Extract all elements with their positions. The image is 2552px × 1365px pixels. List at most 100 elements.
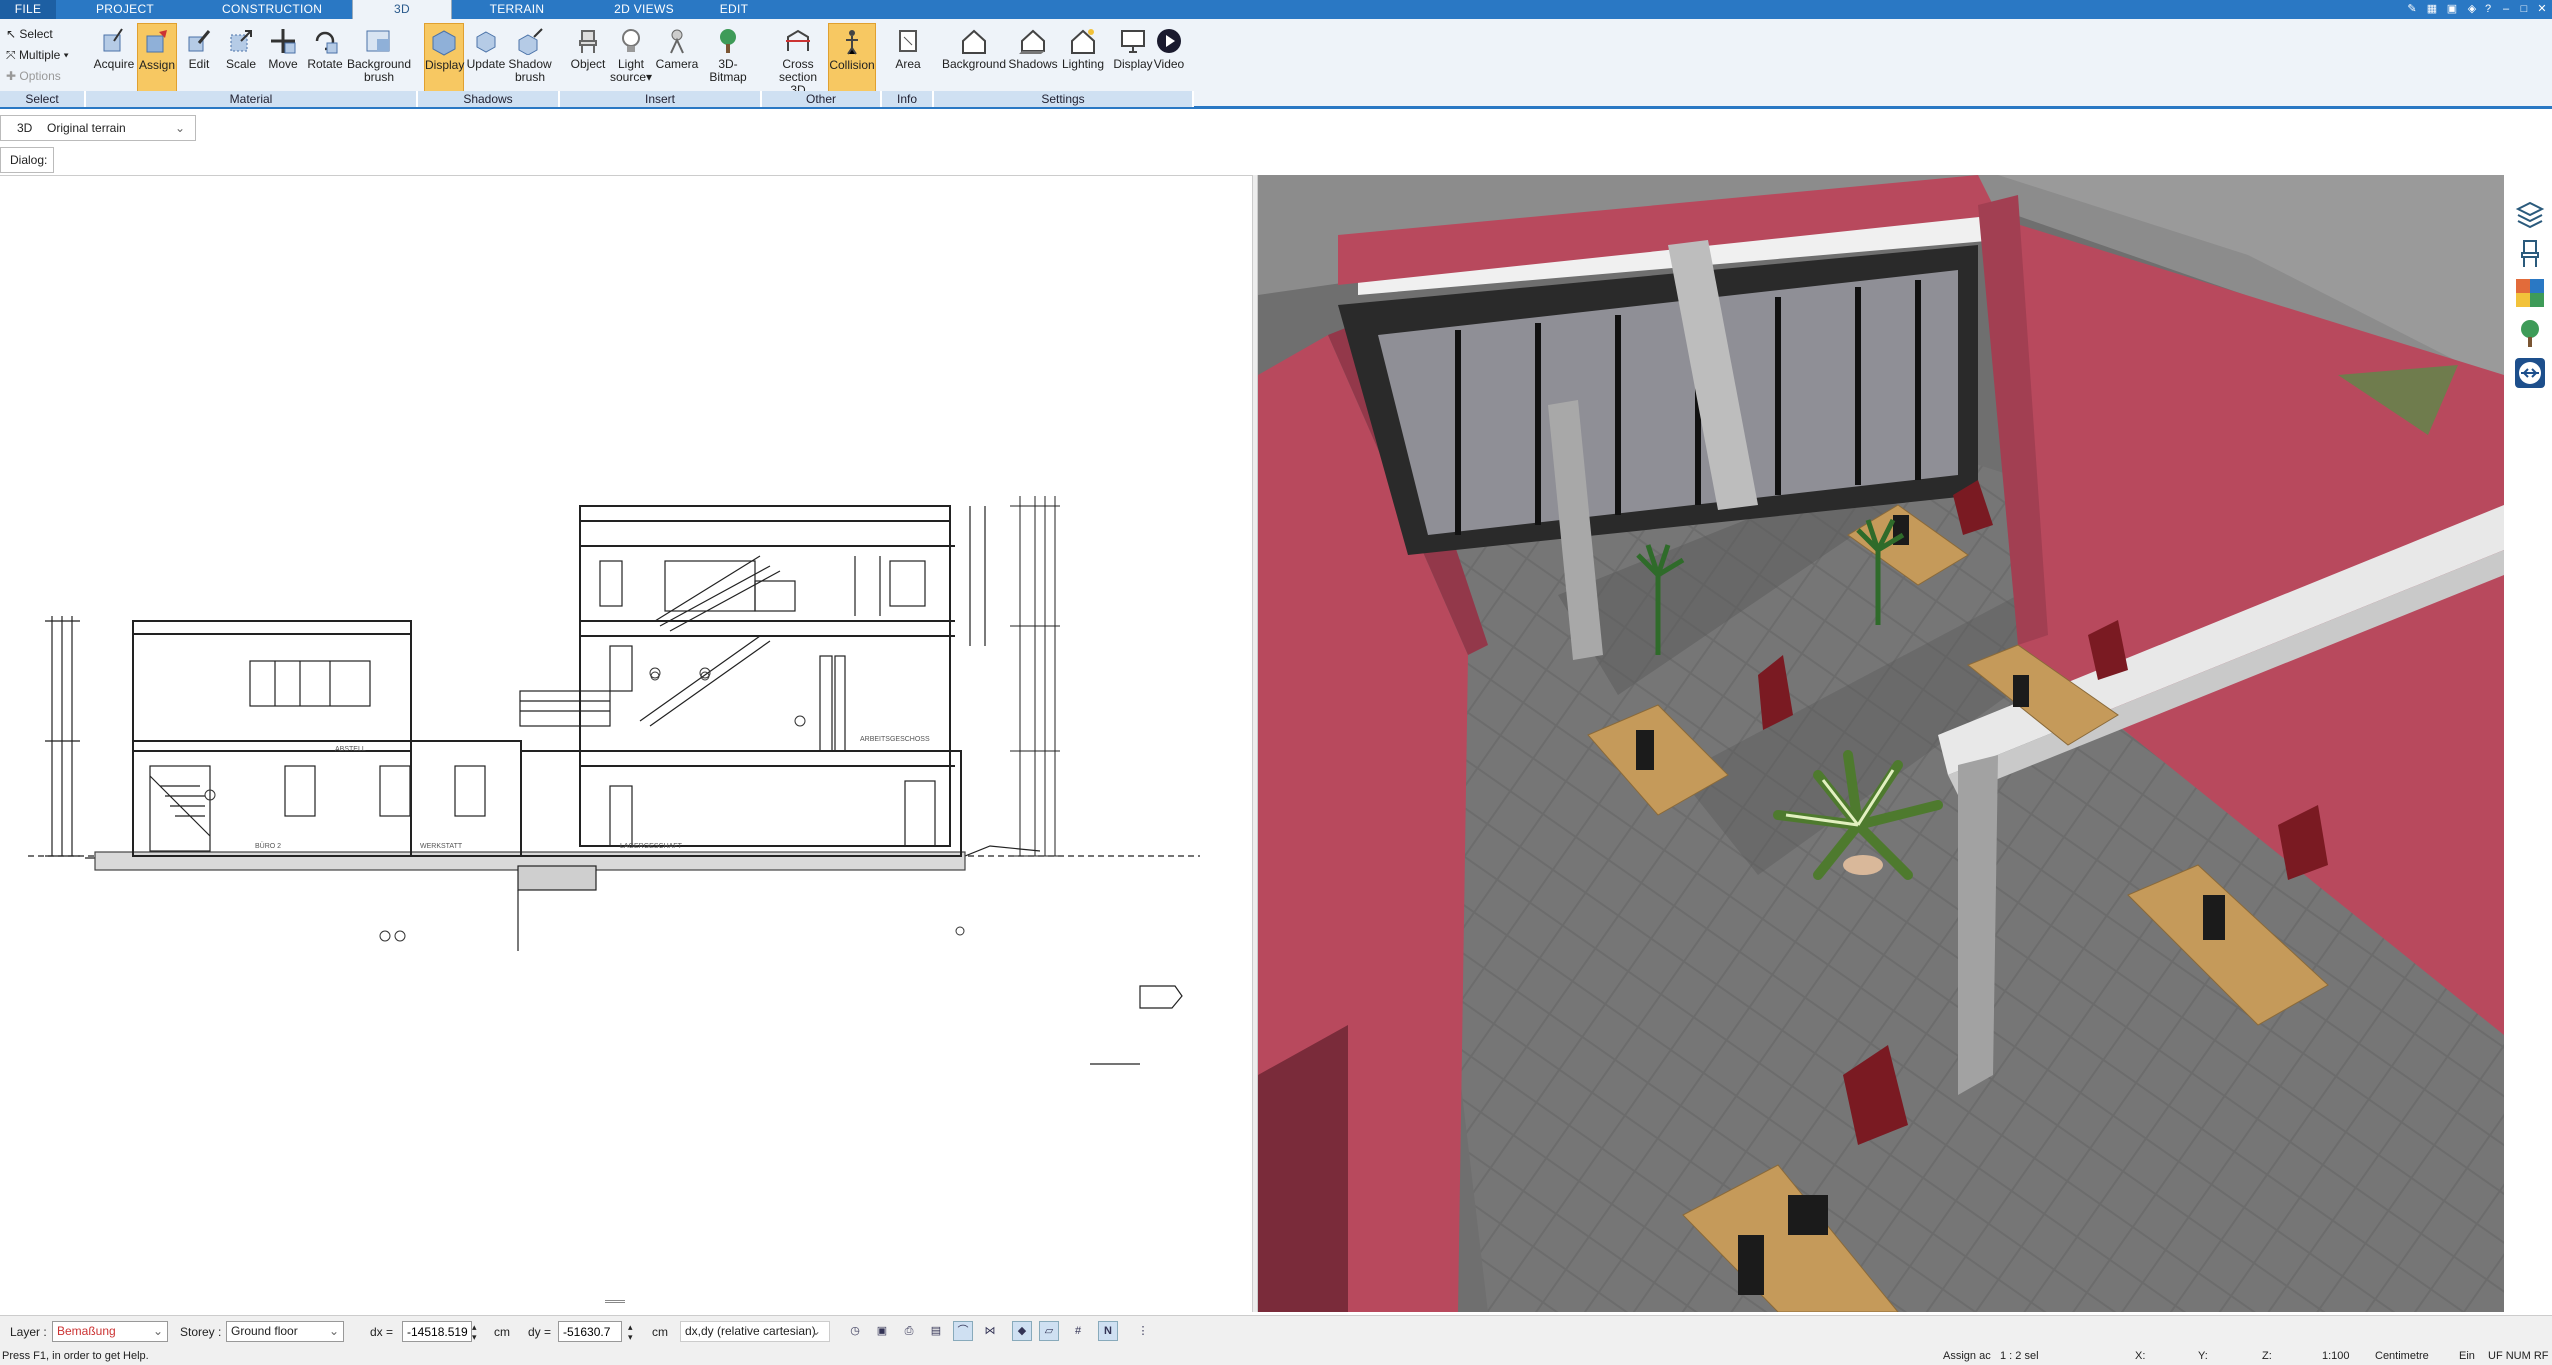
move-button[interactable]: Move <box>264 23 302 95</box>
background-brush-button[interactable]: Background brush <box>346 23 412 95</box>
minimize-icon[interactable]: – <box>2498 2 2514 17</box>
move-label: Move <box>268 57 298 71</box>
update-shadows-button[interactable]: Update <box>466 23 506 95</box>
layer-dropdown[interactable]: Bemaßung ⌄ <box>52 1321 168 1342</box>
camera-button[interactable]: Camera <box>654 23 700 95</box>
video-button[interactable]: Video <box>1148 23 1190 95</box>
tab-file[interactable]: FILE <box>0 0 56 19</box>
cross-section-3d-button[interactable]: Cross section 3D <box>772 23 824 97</box>
layers-icon[interactable] <box>2514 197 2546 229</box>
restore-icon[interactable]: ▣ <box>2444 2 2460 17</box>
update-shadows-label: Update <box>466 57 506 71</box>
tab-project[interactable]: PROJECT <box>90 0 160 19</box>
video-label: Video <box>1153 57 1185 71</box>
shadows-display-label: Display <box>425 58 465 72</box>
edit-material-button[interactable]: Edit <box>180 23 218 95</box>
chevron-down-icon: ⌄ <box>329 1324 340 1338</box>
drawing-2d-pane[interactable]: WERKSTATT BÜRO 2 LAGERGESCHAFT ABSTELL A… <box>0 175 1252 1305</box>
dx-label: dx = <box>370 1325 394 1339</box>
palette-icon[interactable]: ◈ <box>2464 2 2480 17</box>
camera-label: Camera <box>655 57 699 71</box>
acquire-button[interactable]: Acquire <box>93 23 135 95</box>
arrow-cursor-icon: ↖ <box>6 27 20 41</box>
north-icon[interactable]: N <box>1098 1321 1118 1341</box>
house-background-icon <box>962 29 986 54</box>
ein-status: Ein <box>2459 1350 2475 1362</box>
close-icon[interactable]: ✕ <box>2534 2 2550 17</box>
rotate-icon <box>315 31 338 54</box>
resize-grip[interactable] <box>605 1300 625 1303</box>
shadows-settings-button[interactable]: Shadows <box>1008 23 1058 95</box>
tree-icon <box>720 29 736 53</box>
layers-toggle-icon[interactable]: ▤ <box>926 1321 946 1341</box>
tab-terrain[interactable]: TERRAIN <box>482 0 552 19</box>
dy-input[interactable] <box>558 1321 622 1342</box>
select-tool[interactable]: ↖ Select <box>6 25 53 43</box>
shadows-display-button[interactable]: Display <box>424 23 464 95</box>
dx-spinner[interactable]: ▴ ▾ <box>472 1322 477 1342</box>
multiple-icon: ⤧ <box>6 48 19 62</box>
layout-icon[interactable]: ▦ <box>2424 2 2440 17</box>
coordinate-mode-dropdown[interactable]: dx,dy (relative cartesian) ⌄ <box>680 1321 830 1342</box>
view-toggle-icon[interactable]: ◆ <box>1012 1321 1032 1341</box>
house-shadows-icon <box>1019 29 1045 54</box>
chair-catalog-icon[interactable] <box>2514 237 2546 269</box>
materials-icon[interactable] <box>2514 277 2546 309</box>
snap-curve-icon[interactable]: ⌒ <box>953 1321 973 1341</box>
background-button[interactable]: Background <box>940 23 1008 95</box>
status-bar: Layer : Bemaßung ⌄ Storey : Ground floor ⌄… <box>0 1315 2552 1347</box>
tools-icon[interactable]: ✎ <box>2404 2 2420 17</box>
snap-grid-icon[interactable]: ⋈ <box>980 1321 1000 1341</box>
options-button[interactable]: ✚ Options <box>6 67 61 85</box>
insert-object-button[interactable]: Object <box>566 23 610 95</box>
shadow-brush-label: Shadow brush <box>508 57 552 84</box>
light-source-button[interactable]: Light source▾ <box>610 23 652 95</box>
drawing-label-werkstatt: WERKSTATT <box>420 843 463 850</box>
right-sidebar <box>2504 175 2552 1312</box>
lighting-button[interactable]: Lighting <box>1058 23 1108 95</box>
options-label: Options <box>19 69 61 83</box>
tab-3d[interactable]: 3D <box>352 0 452 19</box>
assign-button[interactable]: Assign <box>137 23 177 95</box>
teamviewer-icon[interactable] <box>2514 357 2546 389</box>
grid-icon[interactable]: # <box>1068 1321 1088 1341</box>
shadow-brush-button[interactable]: Shadow brush <box>508 23 552 95</box>
menu-tab-bar: FILE PROJECT CONSTRUCTION 3D TERRAIN 2D … <box>0 0 2552 19</box>
layer-label: Layer : <box>10 1325 47 1339</box>
tab-2d-views[interactable]: 2D VIEWS <box>604 0 684 19</box>
rotate-button[interactable]: Rotate <box>304 23 346 95</box>
storey-value: Ground floor <box>231 1324 298 1338</box>
shadow-cube-icon <box>432 30 456 56</box>
3d-bitmap-button[interactable]: 3D-Bitmap <box>700 23 756 95</box>
view-3d-pane[interactable] <box>1258 175 2504 1312</box>
ribbon: ↖ Select ⤧ Multiple ▾ ✚ Options Acquire … <box>0 19 2552 109</box>
tab-edit[interactable]: EDIT <box>714 0 754 19</box>
rendered-3d-scene <box>1258 175 2504 1312</box>
screen-capture-icon[interactable]: ▣ <box>872 1321 892 1341</box>
maximize-icon[interactable]: □ <box>2516 2 2532 17</box>
storey-dropdown[interactable]: Ground floor ⌄ <box>226 1321 344 1342</box>
print-preview-icon[interactable]: ⎙ <box>899 1321 919 1341</box>
dy-spinner[interactable]: ▴ ▾ <box>628 1322 633 1342</box>
help-bar: Press F1, in order to get Help. Assign a… <box>0 1347 2552 1365</box>
tab-construction[interactable]: CONSTRUCTION <box>222 0 322 19</box>
group-select: Select <box>0 91 86 107</box>
shadow-brush-icon <box>518 28 543 55</box>
clock-icon[interactable]: ◷ <box>845 1321 865 1341</box>
selection-status: 1 : 2 sel <box>2000 1350 2039 1362</box>
multiple-select-dropdown[interactable]: ⤧ Multiple ▾ <box>6 46 69 64</box>
dropdown-icon: ▾ <box>646 70 653 84</box>
scale-icon <box>230 30 252 52</box>
scale-button[interactable]: Scale <box>222 23 260 95</box>
help-icon[interactable]: ? <box>2480 2 2496 17</box>
chevron-down-icon: ⌄ <box>153 1324 164 1338</box>
area-info-button[interactable]: Area <box>888 23 928 95</box>
dx-input[interactable] <box>402 1321 472 1342</box>
plants-icon[interactable] <box>2514 317 2546 349</box>
display-settings-label: Display <box>1113 57 1153 71</box>
collision-button[interactable]: Collision <box>828 23 876 95</box>
terrain-dropdown[interactable]: Original terrain ⌄ <box>41 118 193 138</box>
more-options-icon[interactable]: ⋮ <box>1133 1321 1153 1341</box>
play-icon <box>1157 29 1181 53</box>
plane-toggle-icon[interactable]: ▱ <box>1039 1321 1059 1341</box>
